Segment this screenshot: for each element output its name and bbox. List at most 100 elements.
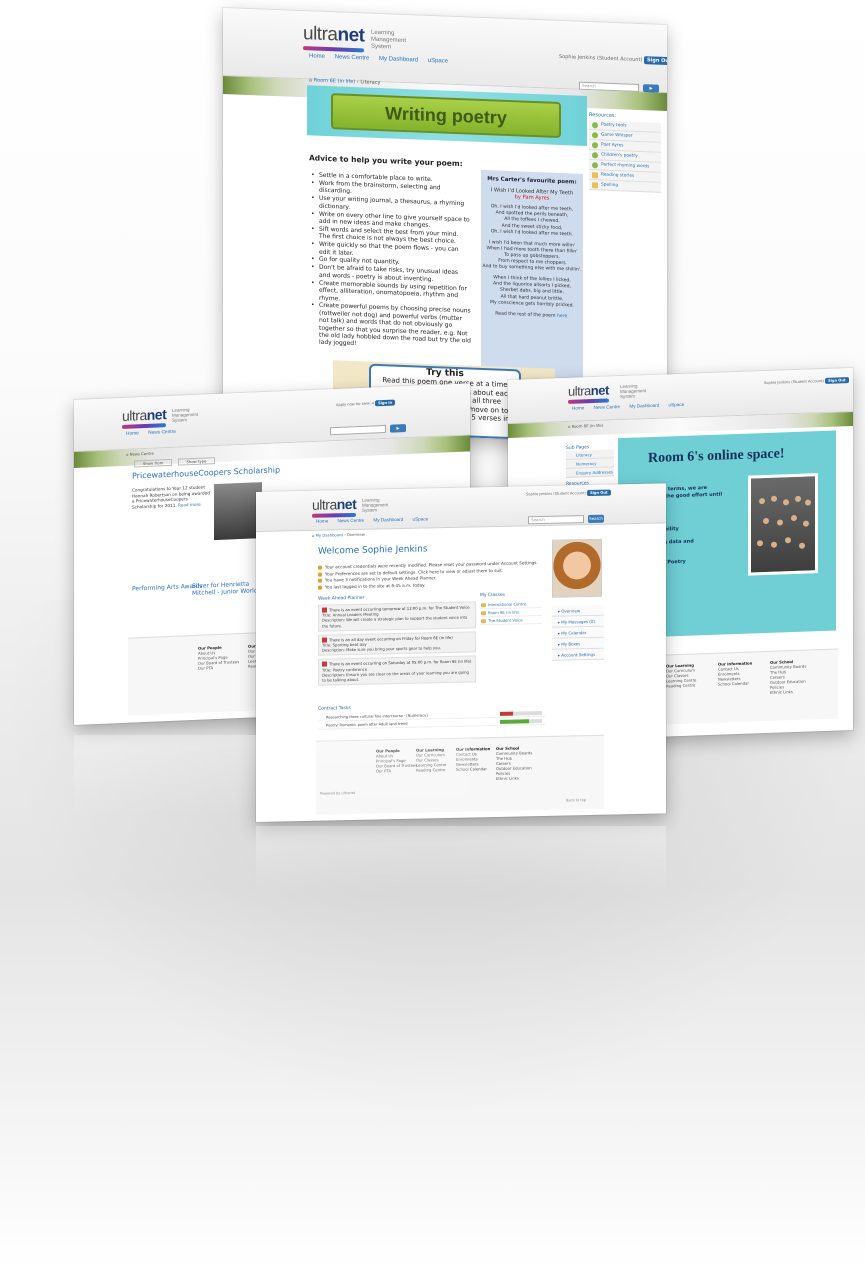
dashboard-nav: ▸ Overview ▸ My Messages (0) ▸ My Calend… (552, 604, 604, 661)
filter-show-from[interactable]: Show from (134, 458, 173, 468)
sign-in-button[interactable]: Sign in (375, 399, 396, 407)
classes-heading: My Classes (480, 592, 505, 599)
calendar-icon (322, 661, 327, 668)
calendar-icon (322, 607, 327, 613)
news-summary: Congratulations to Year 12 student Hanna… (132, 484, 210, 510)
lms-tagline: Learning Management System (371, 29, 407, 51)
footer-column: Our PeopleAbout UsPrincipal's PageOur Bo… (198, 644, 240, 671)
page-banner: Writing poetry (307, 85, 587, 146)
user-bar: Sophie Jenkins (Student Account) Sign Ou… (526, 489, 611, 497)
footer-column: Our LearningOur CurriculumOur ClassesLea… (666, 662, 697, 689)
dashboard-reflection (256, 826, 666, 896)
resources-sidebar: Resources: Poetry tools Game Whisper Poe… (589, 112, 661, 193)
sign-out-button[interactable]: Sign Out (587, 489, 611, 497)
nav-news-centre[interactable]: News Centre (148, 430, 176, 436)
nav-uspace[interactable]: uSpace (669, 402, 685, 408)
home-icon[interactable]: ⌂ (312, 533, 314, 538)
planner-heading: Week Ahead Planner (318, 595, 365, 602)
news-headline[interactable]: PricewaterhouseCoopers Scholarship (132, 465, 280, 480)
home-icon[interactable]: ⌂ (309, 77, 312, 83)
banner-title: Writing poetry (331, 93, 561, 138)
ultranet-logo: ultranet (303, 23, 365, 53)
nav-my-dashboard[interactable]: My Dashboard (379, 56, 418, 63)
leaf-icon (592, 162, 598, 169)
lms-tagline: Learning Management System (362, 497, 389, 513)
user-bar: Sophie Jenkins (Student Account) Sign Ou… (559, 53, 667, 66)
footer-column: Our InformationContact UsEnrolmentsNewsl… (718, 660, 753, 687)
search-input[interactable] (330, 424, 386, 436)
poem-stanza: I wish I'd been that much more willin' Wh… (482, 239, 582, 273)
nav-news-centre[interactable]: News Centre (335, 54, 370, 61)
notification-list: Your account credentials were recently m… (318, 560, 538, 591)
home-icon[interactable]: ⌂ (126, 452, 128, 457)
main-nav: Home News Centre (126, 429, 184, 437)
contract-tasks: Contract Tasks Researching three cultura… (318, 702, 546, 730)
class-icon (481, 611, 486, 616)
pencil-icon (318, 585, 322, 590)
news-photo (214, 482, 262, 541)
search-input[interactable]: Search (528, 515, 584, 525)
list-item: Create powerful poems by choosing precis… (311, 302, 471, 353)
resource-link[interactable]: Spelling (589, 180, 661, 193)
class-icon (481, 603, 486, 608)
search-button[interactable]: Search (588, 514, 604, 524)
news-item-title[interactable]: Silver for Henrietta Mitchell - Junior W… (192, 580, 262, 597)
pencil-icon (318, 565, 322, 570)
user-bar: Apply now for term 4 Sign in (336, 399, 396, 407)
planner-event[interactable]: There is an event occurring on Saturday … (318, 655, 476, 686)
nav-home[interactable]: Home (316, 518, 328, 523)
advice-list: Settle in a comfortable place to write. … (311, 171, 471, 352)
sign-out-button[interactable]: Sign Out (643, 56, 667, 66)
dashboard-nav-item[interactable]: ▸ Account Settings (552, 648, 604, 661)
sidebar-item[interactable]: Enquiry Addresses (566, 467, 614, 478)
pencil-icon (318, 578, 322, 583)
footer-column: Our School Community Boards The Hub Careers… (770, 659, 807, 695)
lms-tagline: Learning Management System (620, 383, 647, 400)
news-reflection (74, 735, 470, 815)
folder-icon (592, 172, 598, 179)
user-bar: Sophie Jenkins (Student Account) Sign Ou… (764, 377, 849, 385)
folder-icon (592, 182, 598, 189)
user-name: Sophie Jenkins (Student Account) (559, 53, 643, 64)
ultranet-logo: ultranet (122, 406, 167, 429)
ultranet-logo: ultranet (312, 496, 357, 518)
site-header: ultranet Learning Management System Sophie… (256, 483, 666, 532)
sign-out-button[interactable]: Sign Out (825, 377, 849, 384)
nav-news-centre[interactable]: News Centre (594, 404, 621, 410)
ultranet-logo: ultranet (568, 382, 609, 404)
planner-event[interactable]: There is an event occurring tomorrow at … (318, 601, 476, 632)
leaf-icon (592, 152, 598, 159)
news-filters: Show from Show type (134, 457, 216, 468)
nav-my-dashboard[interactable]: My Dashboard (373, 517, 403, 523)
poem-stanza: When I think of the lollies I licked, And… (490, 275, 574, 309)
nav-news-centre[interactable]: News Centre (338, 518, 365, 524)
back-to-top-link[interactable]: Back to top (566, 798, 586, 802)
footer-column: Our School Community Boards The Hub Careers… (496, 745, 533, 781)
leaf-icon (592, 122, 598, 129)
nav-home[interactable]: Home (309, 53, 325, 60)
nav-home[interactable]: Home (572, 405, 584, 410)
home-icon[interactable]: ⌂ (568, 424, 570, 429)
search-button[interactable]: ▶ (390, 424, 406, 433)
room-banner-title: Room 6's online space! (648, 446, 785, 467)
class-link[interactable]: The Student Voice (480, 616, 542, 626)
my-classes: My Classes International Centre Room 6E … (480, 592, 542, 626)
class-icon (481, 619, 486, 624)
leaf-icon (592, 142, 598, 149)
poem-box-title: Mrs Carter's favourite poem: (487, 176, 577, 186)
lms-tagline: Learning Management System (172, 407, 199, 423)
pencil-icon (318, 572, 322, 577)
planner-event[interactable]: There is an all day event occurring on F… (318, 631, 476, 657)
read-rest-link[interactable]: here. (557, 314, 569, 319)
nav-uspace[interactable]: uSpace (413, 516, 429, 521)
week-ahead-planner: Week Ahead Planner There is an event occ… (318, 593, 476, 689)
progress-fill (500, 711, 513, 716)
main-nav: Home News Centre My Dashboard uSpace (309, 53, 456, 65)
nav-uspace[interactable]: uSpace (428, 58, 448, 65)
filter-show-type[interactable]: Show type (177, 457, 216, 466)
read-rest-line: Read the rest of the poem here. (495, 311, 569, 319)
nav-my-dashboard[interactable]: My Dashboard (629, 403, 659, 409)
nav-home[interactable]: Home (126, 431, 139, 437)
favourite-poem-box: Mrs Carter's favourite poem: I Wish I'd … (481, 169, 583, 379)
read-more-link[interactable]: Read more (178, 501, 201, 507)
